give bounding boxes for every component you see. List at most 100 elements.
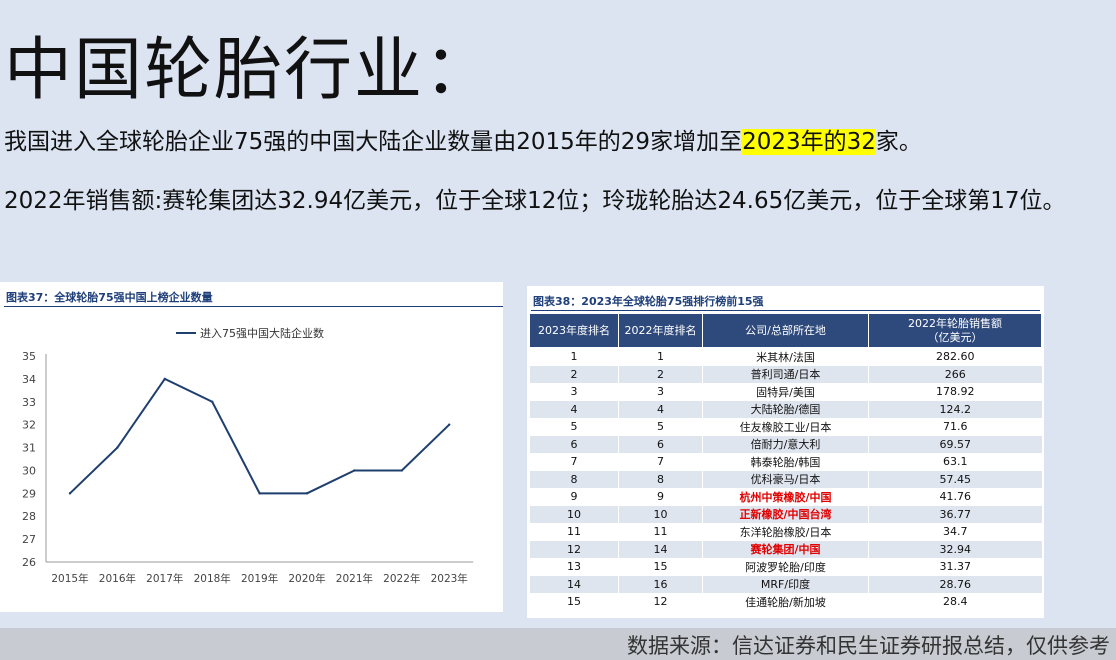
- paragraph-company-count: 我国进入全球轮胎企业75强的中国大陆企业数量由2015年的29家增加至2023年…: [4, 124, 1104, 160]
- cell-sales: 31.37: [868, 558, 1042, 576]
- table-row: 14 16 MRF/印度 28.76: [529, 575, 1042, 593]
- cell-sales: 36.77: [868, 505, 1042, 523]
- cell-company: 杭州中策橡胶/中国: [702, 488, 869, 506]
- cell-rank-2022: 4: [618, 400, 703, 418]
- cell-company: 赛轮集团/中国: [702, 540, 869, 558]
- data-point: [116, 446, 119, 449]
- cell-company: 优科豪马/日本: [702, 470, 869, 488]
- y-tick-label: 32: [22, 419, 36, 432]
- y-tick-label: 34: [22, 373, 36, 386]
- cell-company: 倍耐力/意大利: [702, 435, 869, 453]
- y-tick-label: 29: [22, 487, 36, 500]
- x-tick-label: 2020年: [288, 572, 325, 585]
- cell-sales: 266: [868, 365, 1042, 383]
- cell-rank-2022: 16: [618, 575, 703, 593]
- cell-company: 韩泰轮胎/韩国: [702, 453, 869, 471]
- cell-sales: 63.1: [868, 453, 1042, 471]
- cell-company: 东洋轮胎橡胶/日本: [702, 523, 869, 541]
- header-sales: 2022年轮胎销售额 （亿美元）: [868, 313, 1042, 348]
- x-tick-label: 2019年: [241, 572, 278, 585]
- source-note: 数据来源：信达证券和民生证券研报总结，仅供参考: [627, 634, 1110, 658]
- cell-rank-2022: 15: [618, 558, 703, 576]
- cell-rank-2023: 6: [529, 435, 619, 453]
- cell-company: 固特异/美国: [702, 383, 869, 401]
- cell-rank-2023: 13: [529, 558, 619, 576]
- cell-rank-2023: 12: [529, 540, 619, 558]
- cell-sales: 57.45: [868, 470, 1042, 488]
- cell-sales: 32.94: [868, 540, 1042, 558]
- cell-rank-2022: 2: [618, 365, 703, 383]
- figure-37-panel: 图表37：全球轮胎75强中国上榜企业数量 35 34 33 32 31 30 29 28 27 2…: [0, 282, 503, 612]
- page-title: 中国轮胎行业：: [4, 31, 495, 110]
- data-point: [400, 469, 403, 472]
- cell-rank-2023: 7: [529, 453, 619, 471]
- figure-38-panel: 图表38：2023年全球轮胎75强排行榜前15强 2023年度排名 2022年度…: [527, 286, 1044, 618]
- x-tick-label: 2017年: [146, 572, 183, 585]
- cell-rank-2023: 10: [529, 505, 619, 523]
- cell-rank-2022: 1: [618, 347, 703, 366]
- data-point: [68, 492, 72, 495]
- cell-rank-2023: 8: [529, 470, 619, 488]
- cell-rank-2023: 2: [529, 365, 619, 383]
- cell-sales: 69.57: [868, 435, 1042, 453]
- y-tick-label: 28: [22, 510, 36, 523]
- cell-rank-2023: 15: [529, 593, 619, 611]
- cell-rank-2022: 6: [618, 435, 703, 453]
- table-row: 4 4 大陆轮胎/德国 124.2: [529, 400, 1042, 418]
- cell-company: 大陆轮胎/德国: [702, 400, 869, 418]
- cell-rank-2022: 12: [618, 593, 703, 611]
- data-point: [258, 492, 261, 495]
- cell-rank-2022: 11: [618, 523, 703, 541]
- para1-text-end: 家。: [875, 129, 922, 155]
- table-row: 6 6 倍耐力/意大利 69.57: [529, 435, 1042, 453]
- cell-rank-2023: 1: [529, 347, 619, 366]
- figure-38-rule: [531, 310, 1040, 311]
- header-sales-line1: 2022年轮胎销售额: [908, 316, 1002, 330]
- data-point: [163, 377, 166, 381]
- table-row: 3 3 固特异/美国 178.92: [529, 383, 1042, 401]
- header-rank-2022: 2022年度排名: [618, 313, 703, 348]
- table-header-row: 2023年度排名 2022年度排名 公司/总部所在地 2022年轮胎销售额 （亿美…: [529, 313, 1042, 348]
- y-tick-label: 33: [22, 396, 36, 409]
- y-tick-label: 26: [22, 556, 36, 569]
- cell-rank-2023: 11: [529, 523, 619, 541]
- cell-rank-2022: 10: [618, 505, 703, 523]
- table-row: 12 14 赛轮集团/中国 32.94: [529, 540, 1042, 558]
- cell-company: 阿波罗轮胎/印度: [702, 558, 869, 576]
- x-tick-label: 2022年: [383, 572, 420, 585]
- y-tick-label: 27: [22, 533, 36, 546]
- cell-rank-2022: 14: [618, 540, 703, 558]
- table-body: 1 1 米其林/法国 282.60 2 2 普利司通/日本 266 3 3 固特异/美国 178.92…: [529, 347, 1042, 611]
- cell-company: 米其林/法国: [702, 347, 869, 366]
- table-row: 1 1 米其林/法国 282.60: [529, 347, 1042, 366]
- y-tick-label: 35: [22, 350, 36, 363]
- cell-company: 佳通轮胎/新加坡: [702, 593, 869, 611]
- legend-label: 进入75强中国大陆企业数: [200, 326, 324, 340]
- cell-company: 普利司通/日本: [702, 365, 869, 383]
- cell-rank-2022: 9: [618, 488, 703, 506]
- line-chart: 35 34 33 32 31 30 29 28 27 26 2015年 2016年 2017年 2018年…: [22, 326, 474, 585]
- data-point: [305, 492, 309, 495]
- cell-rank-2022: 3: [618, 383, 703, 401]
- cell-company: 正新橡胶/中国台湾: [702, 505, 869, 523]
- x-tick-label: 2016年: [99, 572, 136, 585]
- cell-sales: 41.76: [868, 488, 1042, 506]
- cell-sales: 28.4: [868, 593, 1042, 611]
- paragraph-sales: 2022年销售额:赛轮集团达32.94亿美元，位于全球12位；玲珑轮胎达24.6…: [4, 188, 1066, 214]
- y-tick-label: 30: [22, 464, 36, 477]
- cell-rank-2022: 7: [618, 453, 703, 471]
- cell-rank-2023: 4: [529, 400, 619, 418]
- para1-text: 我国进入全球轮胎企业75强的中国大陆企业数量由2015年的29家增加至: [4, 129, 743, 155]
- cell-sales: 34.7: [868, 523, 1042, 541]
- figure-38-title: 图表38：2023年全球轮胎75强排行榜前15强: [533, 295, 764, 308]
- table-row: 2 2 普利司通/日本 266: [529, 365, 1042, 383]
- header-sales-line2: （亿美元）: [927, 330, 983, 344]
- cell-company: MRF/印度: [702, 575, 869, 593]
- cell-company: 住友橡胶工业/日本: [702, 418, 869, 436]
- cell-sales: 282.60: [868, 347, 1042, 366]
- cell-rank-2023: 9: [529, 488, 619, 506]
- x-tick-label: 2021年: [336, 572, 373, 585]
- series-line: [69, 377, 450, 495]
- cell-sales: 28.76: [868, 575, 1042, 593]
- table-row: 15 12 佳通轮胎/新加坡 28.4: [529, 593, 1042, 611]
